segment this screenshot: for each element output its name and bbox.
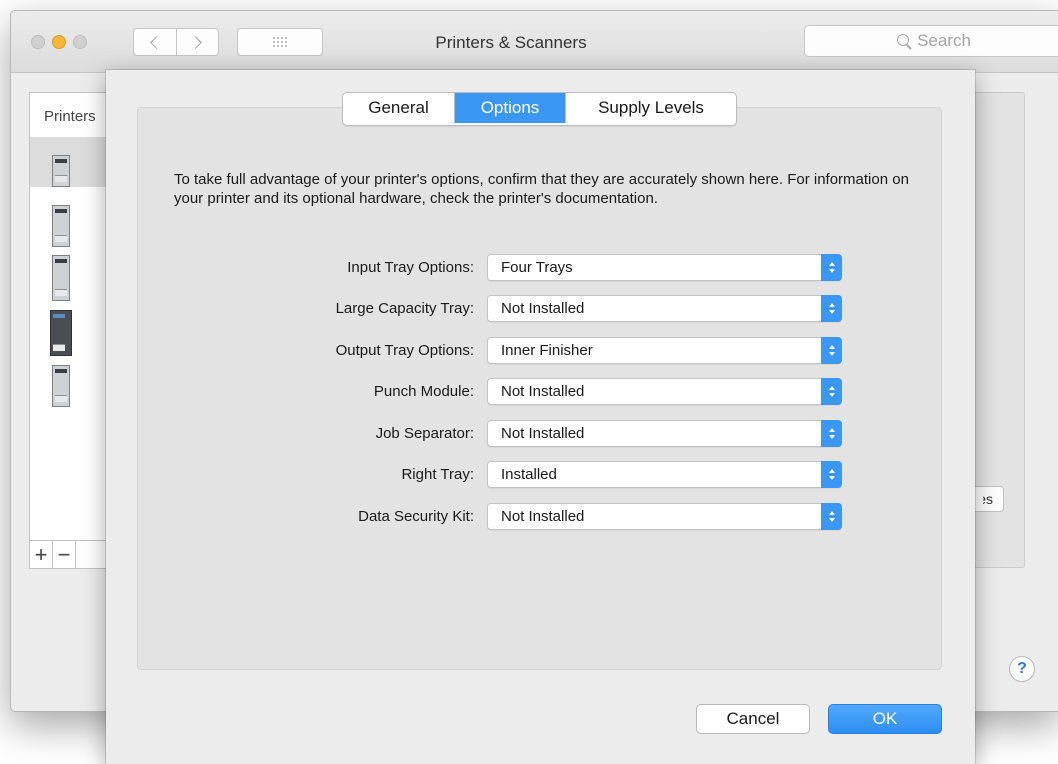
select-stepper (821, 337, 842, 364)
search-placeholder: Search (917, 31, 971, 50)
select-stepper (821, 503, 842, 530)
select-value: Not Installed (501, 300, 585, 317)
chevron-up-icon (828, 511, 835, 515)
large-capacity-tray-select[interactable]: Not Installed (487, 295, 842, 322)
segmented-tabs: General Options Supply Levels (342, 92, 737, 126)
printer-options-sheet: To take full advantage of your printer's… (106, 70, 975, 764)
select-stepper (821, 420, 842, 447)
options-supplies-label: Options & Supplies... (983, 491, 993, 507)
select-stepper (821, 295, 842, 322)
chevron-down-icon (828, 393, 835, 397)
printer-icon (52, 255, 70, 301)
select-value: Not Installed (501, 508, 585, 525)
remove-printer-button[interactable]: − (53, 541, 76, 568)
chevron-down-icon (828, 476, 835, 480)
chevron-down-icon (828, 352, 835, 356)
option-label-data-security-kit: Data Security Kit: (358, 508, 474, 525)
help-icon: ? (1017, 660, 1027, 677)
select-value: Not Installed (501, 425, 585, 442)
printer-list-footer: + − (29, 541, 109, 569)
right-tray-select[interactable]: Installed (487, 461, 842, 488)
select-value: Not Installed (501, 383, 585, 400)
printer-icon (50, 310, 72, 356)
printer-icon (52, 205, 70, 247)
select-stepper (821, 254, 842, 281)
input-tray-options-select[interactable]: Four Trays (487, 254, 842, 281)
printer-icon (52, 365, 70, 407)
select-stepper (821, 461, 842, 488)
option-label-punch-module: Punch Module: (373, 383, 474, 400)
chevron-up-icon (828, 386, 835, 390)
select-value: Inner Finisher (501, 342, 593, 359)
cancel-button[interactable]: Cancel (696, 704, 810, 734)
tab-supply-levels[interactable]: Supply Levels (565, 93, 736, 123)
option-label-job-separator: Job Separator: (375, 425, 474, 442)
chevron-down-icon (828, 435, 835, 439)
title-bar: Printers & Scanners Search (11, 11, 1058, 73)
window-title-text: Printers & Scanners (435, 33, 587, 52)
printer-icon (52, 155, 70, 187)
tab-content-box: To take full advantage of your printer's… (137, 107, 942, 670)
ok-button[interactable]: OK (828, 704, 942, 734)
chevron-up-icon (828, 262, 835, 266)
intro-text: To take full advantage of your printer's… (174, 171, 909, 207)
option-label-output-tray: Output Tray Options: (335, 342, 474, 359)
data-security-kit-select[interactable]: Not Installed (487, 503, 842, 530)
add-printer-button[interactable]: + (30, 541, 53, 568)
chevron-up-icon (828, 303, 835, 307)
minus-icon: − (57, 541, 71, 567)
chevron-up-icon (828, 345, 835, 349)
plus-icon: + (34, 541, 48, 567)
chevron-down-icon (828, 518, 835, 522)
select-value: Installed (501, 466, 557, 483)
chevron-up-icon (828, 469, 835, 473)
tab-general[interactable]: General (343, 93, 455, 123)
chevron-down-icon (828, 269, 835, 273)
chevron-down-icon (828, 310, 835, 314)
option-label-large-capacity-tray: Large Capacity Tray: (335, 300, 474, 317)
tab-options[interactable]: Options (455, 93, 565, 123)
punch-module-select[interactable]: Not Installed (487, 378, 842, 405)
option-label-input-tray: Input Tray Options: (347, 259, 474, 276)
chevron-up-icon (828, 428, 835, 432)
select-stepper (821, 378, 842, 405)
search-icon (897, 34, 910, 46)
search-field[interactable]: Search (804, 25, 1058, 57)
help-button[interactable]: ? (1009, 656, 1035, 682)
job-separator-select[interactable]: Not Installed (487, 420, 842, 447)
option-label-right-tray: Right Tray: (401, 466, 474, 483)
output-tray-options-select[interactable]: Inner Finisher (487, 337, 842, 364)
select-value: Four Trays (501, 259, 573, 276)
printer-list[interactable]: Printers (29, 92, 109, 541)
printer-list-header: Printers (44, 108, 96, 125)
